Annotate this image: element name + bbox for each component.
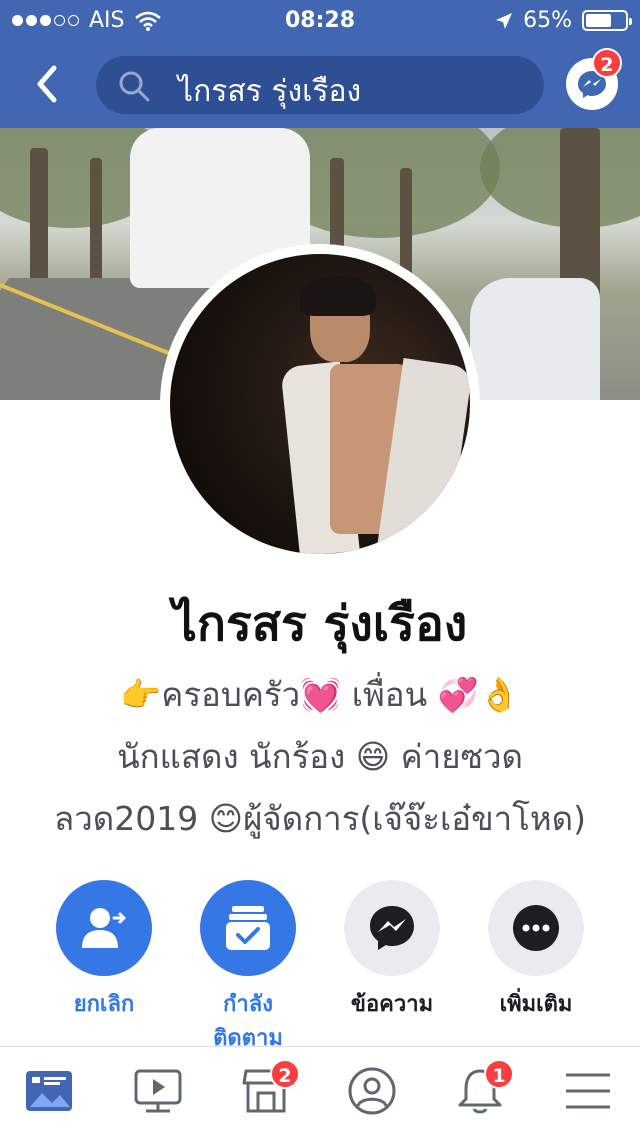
bottom-tab-bar: 2 1 [0,1046,640,1136]
tab-news-feed[interactable] [24,1067,84,1119]
tab-watch[interactable] [132,1067,192,1119]
search-value: ไกรสร รุ่งเรือง [178,74,362,109]
tab-menu[interactable] [562,1067,622,1119]
bio-line: ลวด2019 😊ผู้จัดการ(เจ๊จ๊ะเอ๋ขาโหด) [54,799,586,838]
tab-profile[interactable] [346,1067,406,1119]
following-icon [226,906,270,950]
bio-line: นักแสดง นักร้อง 😄 ค่ายซวด [117,737,523,776]
menu-icon [566,1073,610,1109]
watch-icon [134,1069,182,1113]
news-feed-icon [26,1071,72,1111]
profile-name: ไกรสร รุ่งเรือง [172,596,468,652]
marketplace-badge: 2 [270,1059,300,1089]
notifications-badge: 1 [484,1059,514,1089]
following-label-text: กำลัง ติดตาม [213,992,283,1051]
profile-picture[interactable] [160,244,480,564]
battery-icon [582,10,632,31]
back-button[interactable] [30,60,66,108]
messenger-icon [370,906,414,950]
tab-notifications[interactable]: 1 [454,1059,514,1119]
chevron-left-icon [37,65,57,103]
unfriend-label: ยกเลิก [73,992,135,1017]
profile-actions: ยกเลิก กำลัง ติดตาม ข้อความ เพิ่มเติม [0,880,640,1051]
search-icon [119,71,150,102]
messenger-button[interactable]: 2 [566,48,622,110]
more-label: เพิ่มเติม [499,992,573,1017]
location-arrow-icon [496,12,513,29]
bio-line: 👉ครอบครัว💓 เพื่อน 💞👌 [120,675,520,714]
status-bar: AIS 08:28 65% [0,0,640,40]
more-icon [513,905,559,951]
profile-icon [348,1067,396,1115]
top-bar: AIS 08:28 65% ไกรสร รุ่งเรือง 2 [0,0,640,128]
messenger-badge: 2 [592,48,622,78]
search-input[interactable]: ไกรสร รุ่งเรือง [96,56,544,114]
tab-marketplace[interactable]: 2 [240,1059,300,1119]
battery-percent: 65% [523,8,572,33]
message-label: ข้อความ [350,992,434,1017]
unfriend-icon [82,908,126,948]
